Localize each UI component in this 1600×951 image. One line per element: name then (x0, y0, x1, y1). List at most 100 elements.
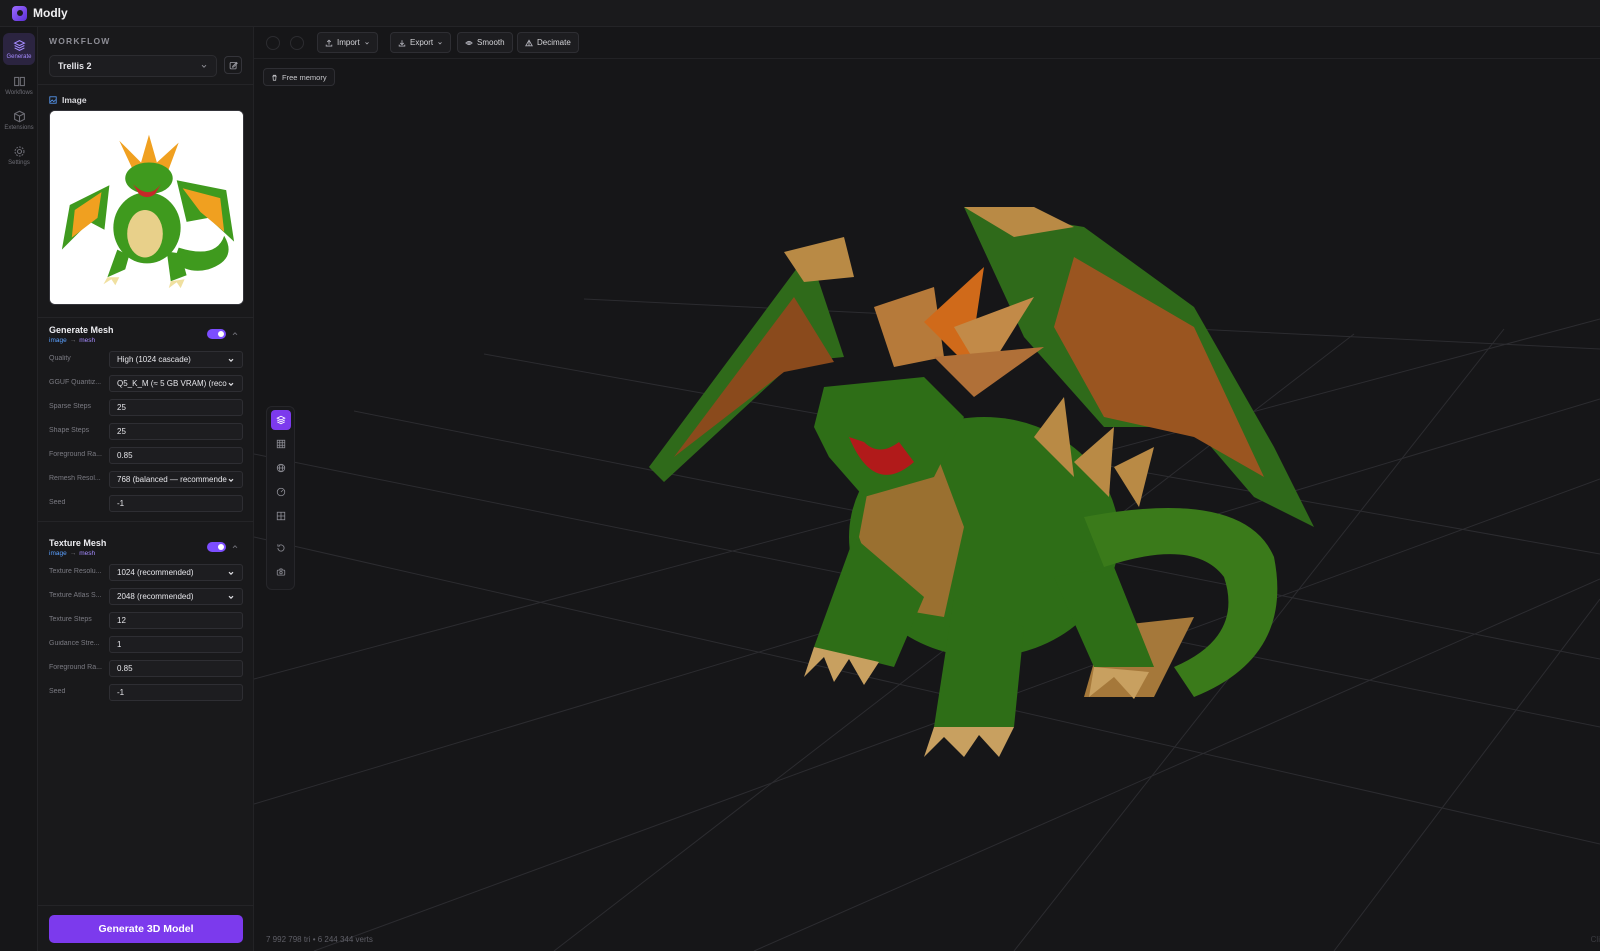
layers-icon (12, 39, 26, 51)
rail-item-workflows[interactable]: Workflows (3, 69, 35, 101)
decimate-button[interactable]: Decimate (517, 32, 579, 53)
title-bar: Modly (0, 0, 1600, 27)
screenshot-button[interactable] (271, 562, 291, 582)
redo-icon[interactable] (290, 36, 304, 50)
param-label-seed: Seed (49, 499, 66, 506)
texture-atlas-select[interactable]: 2048 (recommended) (109, 588, 243, 605)
camera-icon (276, 568, 286, 576)
chevron-down-icon (438, 41, 442, 44)
viewport-toolbar: Import Export Smooth Decimate (254, 27, 1600, 59)
export-label: Export (410, 38, 434, 47)
generate-3d-model-button[interactable]: Generate 3D Model (49, 915, 243, 943)
app-title: Modly (33, 6, 68, 20)
seed-input[interactable]: -1 (109, 495, 243, 512)
chevron-down-icon (228, 358, 234, 362)
texture-resolution-value: 1024 (recommended) (117, 568, 194, 577)
dragon-thumbnail (50, 111, 243, 304)
divider (38, 905, 254, 906)
texture-resolution-select[interactable]: 1024 (recommended) (109, 564, 243, 581)
foreground-ratio-input[interactable]: 0.85 (109, 660, 243, 677)
corner-hint: Cli (1590, 935, 1600, 944)
rail-item-generate[interactable]: Generate (3, 33, 35, 65)
guidance-strength-input[interactable]: 1 (109, 636, 243, 653)
flow-output-type: mesh (79, 550, 96, 557)
param-label-texture-atlas: Texture Atlas S... (49, 592, 102, 599)
gguf-value: Q5_K_M (≈ 5 GB VRAM) (recor (117, 379, 227, 388)
trash-icon (272, 74, 277, 81)
workflow-select[interactable]: Trellis 2 (49, 55, 217, 77)
eye-icon (465, 40, 473, 45)
edit-workflow-button[interactable] (224, 56, 242, 74)
free-memory-button[interactable]: Free memory (263, 68, 335, 86)
remesh-resolution-select[interactable]: 768 (balanced — recommende (109, 471, 243, 488)
upload-icon (325, 39, 333, 46)
image-node-label: Image (49, 95, 87, 105)
import-button[interactable]: Import (317, 32, 378, 53)
texture-mesh-title: Texture Mesh (49, 538, 107, 548)
rail-item-extensions[interactable]: Extensions (3, 104, 35, 136)
smooth-label: Smooth (477, 38, 505, 47)
image-node-title: Image (62, 95, 87, 105)
dragon-mesh (649, 207, 1314, 757)
texture-mesh-toggle[interactable] (207, 542, 226, 552)
chevron-down-icon (228, 382, 234, 386)
input-image-dropzone[interactable] (49, 110, 244, 305)
reset-view-button[interactable] (271, 538, 291, 558)
image-icon (49, 96, 57, 104)
decimate-label: Decimate (537, 38, 571, 47)
nav-rail: Generate Workflows Extensions Settings (0, 27, 38, 951)
rail-label-generate: Generate (6, 53, 32, 60)
stats-button[interactable] (271, 482, 291, 502)
sparse-steps-input[interactable]: 25 (109, 399, 243, 416)
shape-steps-value: 25 (117, 427, 126, 436)
reset-view-icon (277, 544, 285, 552)
shape-steps-input[interactable]: 25 (109, 423, 243, 440)
param-label-foreground-ratio: Foreground Ra... (49, 664, 102, 671)
uv-view-button[interactable] (271, 506, 291, 526)
param-label-gguf: GGUF Quantiz... (49, 379, 102, 386)
divider (38, 521, 254, 522)
foreground-ratio-input[interactable]: 0.85 (109, 447, 243, 464)
remesh-resolution-value: 768 (balanced — recommende (117, 475, 227, 484)
chevron-up-icon[interactable] (231, 543, 239, 551)
workflow-section-label: WORKFLOW (49, 36, 111, 46)
edit-icon (229, 61, 238, 69)
workflow-select-value: Trellis 2 (58, 61, 92, 71)
uv-grid-icon (276, 511, 286, 521)
gear-icon (14, 146, 24, 156)
generate-mesh-toggle[interactable] (207, 329, 226, 339)
sparse-steps-value: 25 (117, 403, 126, 412)
param-label-remesh-resolution: Remesh Resol... (49, 475, 101, 482)
generate-mesh-flow: image → mesh (49, 337, 95, 344)
rail-label-settings: Settings (8, 159, 30, 166)
param-label-shape-steps: Shape Steps (49, 427, 90, 434)
param-label-texture-resolution: Texture Resolu... (49, 568, 102, 575)
chevron-down-icon (364, 41, 369, 44)
seed-value: -1 (117, 499, 125, 508)
undo-icon[interactable] (266, 36, 280, 50)
dragon-3d-model[interactable] (634, 197, 1334, 757)
rail-item-settings[interactable]: Settings (3, 139, 35, 171)
texture-steps-input[interactable]: 12 (109, 612, 243, 629)
rail-label-extensions: Extensions (4, 124, 34, 131)
wireframe-button[interactable] (271, 434, 291, 454)
gguf-quantization-select[interactable]: Q5_K_M (≈ 5 GB VRAM) (recor (109, 375, 243, 392)
param-label-seed: Seed (49, 688, 66, 695)
param-label-quality: Quality (49, 355, 71, 362)
flow-output-type: mesh (79, 337, 96, 344)
columns-icon (13, 76, 25, 86)
param-label-foreground-ratio: Foreground Ra... (49, 451, 102, 458)
smooth-button[interactable]: Smooth (457, 32, 513, 53)
wireframe-icon (276, 439, 286, 449)
flow-arrow: → (69, 550, 77, 557)
param-label-texture-steps: Texture Steps (49, 616, 92, 623)
seed-input[interactable]: -1 (109, 684, 243, 701)
download-icon (398, 39, 406, 46)
export-button[interactable]: Export (390, 32, 452, 53)
quality-select[interactable]: High (1024 cascade) (109, 351, 243, 368)
free-memory-label: Free memory (282, 72, 327, 82)
3d-viewport[interactable]: Import Export Smooth Decimate Free memor… (254, 27, 1600, 951)
chevron-up-icon[interactable] (231, 330, 239, 338)
mesh-view-button[interactable] (271, 410, 291, 430)
environment-button[interactable] (271, 458, 291, 478)
